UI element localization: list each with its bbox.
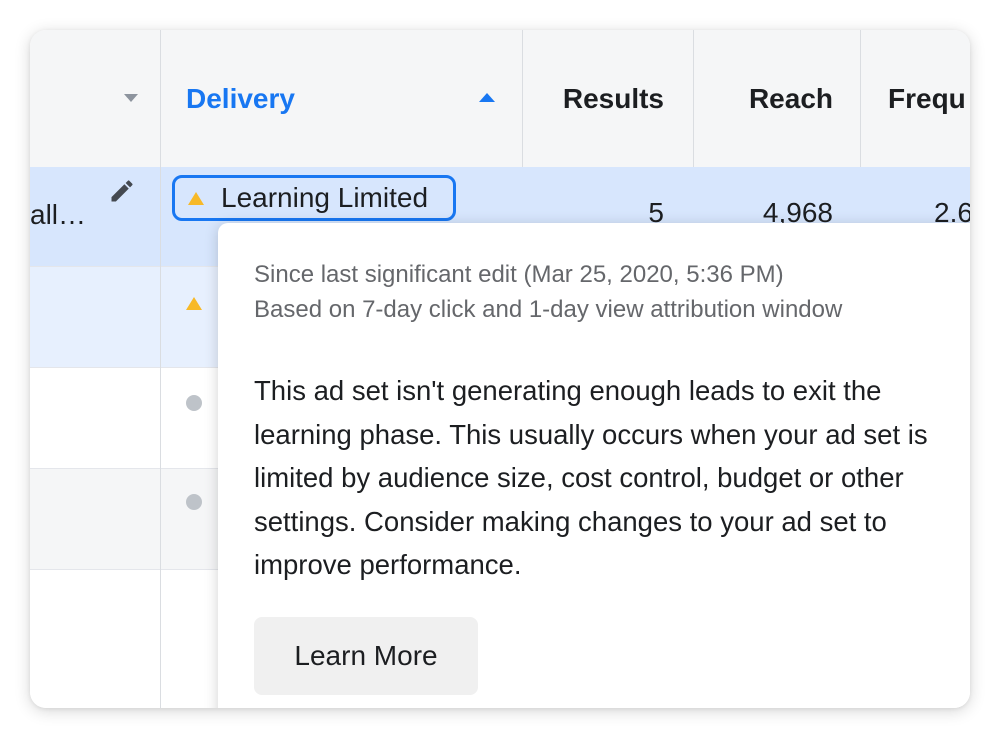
pencil-edit-icon[interactable]	[108, 177, 136, 205]
column-header-delivery-label: Delivery	[186, 82, 295, 114]
column-header-reach[interactable]: Reach	[693, 30, 833, 167]
tooltip-edit-date: Since last significant edit (Mar 25, 202…	[254, 261, 784, 288]
tooltip-attribution-window: Based on 7-day click and 1-day view attr…	[254, 296, 843, 323]
delivery-status-tooltip: Since last significant edit (Mar 25, 202…	[218, 223, 970, 708]
column-divider	[693, 30, 694, 167]
column-header-results[interactable]: Results	[522, 30, 664, 167]
delivery-status-pill[interactable]: Learning Limited	[172, 175, 456, 221]
inactive-dot-icon	[186, 395, 202, 411]
warning-triangle-icon	[188, 191, 204, 205]
column-divider	[860, 30, 861, 167]
delivery-status-label: Learning Limited	[221, 182, 429, 213]
column-divider	[522, 30, 523, 167]
ad-set-name[interactable]: all…	[30, 199, 86, 231]
warning-triangle-icon	[186, 297, 202, 310]
column-menu-chevron-icon[interactable]	[124, 94, 138, 102]
column-header-results-label: Results	[562, 82, 664, 114]
inactive-dot-icon	[186, 494, 202, 510]
tooltip-description: This ad set isn't generating enough lead…	[254, 375, 928, 580]
column-header-frequency-label: Frequ	[888, 82, 966, 114]
column-header-reach-label: Reach	[748, 82, 833, 114]
sort-ascending-icon[interactable]	[479, 93, 495, 102]
learn-more-button[interactable]: Learn More	[254, 617, 478, 695]
column-header-delivery[interactable]: Delivery	[186, 30, 506, 167]
column-header-frequency[interactable]: Frequ	[888, 30, 970, 167]
ads-manager-table: Delivery Results Reach Frequ all… Learni…	[30, 30, 970, 708]
column-divider	[160, 30, 161, 708]
